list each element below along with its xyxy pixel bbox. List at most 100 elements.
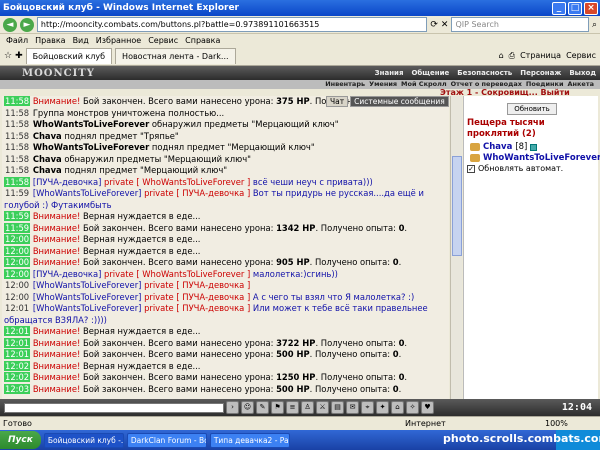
chat-text[interactable]: Chava [33, 131, 62, 141]
chat-text[interactable]: [ПУЧА-девочка] [33, 177, 104, 187]
nav-communication[interactable]: Общение [411, 69, 449, 77]
chat-time[interactable]: 11:58 [4, 96, 31, 106]
gift-icon[interactable]: ✦ [376, 401, 389, 414]
map-icon[interactable]: ⌖ [361, 401, 374, 414]
smile-icon[interactable]: ☺ [241, 401, 254, 414]
chat-time[interactable]: 11:58 [4, 119, 30, 129]
chat-time[interactable]: 11:58 [4, 176, 31, 187]
user-name[interactable]: WhoWantsToLiveForever [483, 153, 600, 163]
chat-time[interactable]: 11:58 [4, 165, 30, 175]
chat-tab-chat[interactable]: Чат [326, 96, 349, 107]
chat-text[interactable]: [WhoWantsToLiveForever] [33, 303, 144, 313]
chat-time[interactable]: 11:59 [4, 222, 31, 233]
chat-time[interactable]: 12:00 [4, 268, 31, 279]
search-input[interactable]: QIP Search [451, 17, 589, 32]
chat-input[interactable] [4, 402, 224, 413]
menu-view[interactable]: Вид [73, 34, 89, 47]
user-info-icon[interactable] [530, 143, 538, 151]
chat-time[interactable]: 12:00 [4, 245, 31, 256]
auto-refresh-toggle[interactable]: ✓ Обновлять автомат. [467, 164, 563, 173]
chat-time[interactable]: 12:00 [4, 257, 31, 267]
chat-tab-system[interactable]: Системные сообщения [350, 96, 449, 107]
tab-news[interactable]: Новостная лента - Dark... [115, 48, 236, 64]
room-user[interactable]: WhoWantsToLiveForever [470, 153, 600, 163]
chat-time[interactable]: 12:00 [4, 292, 30, 302]
chat-text[interactable]: [ПУЧА-девочка] [33, 269, 104, 279]
chat-text[interactable]: WhoWantsToLiveForever [33, 119, 149, 129]
tools-menu[interactable]: Сервис [566, 51, 596, 61]
chat-scrollbar[interactable] [450, 96, 462, 399]
chat-text[interactable]: Chava [33, 154, 62, 164]
chat-time[interactable]: 12:00 [4, 234, 31, 244]
fight-icon[interactable]: ⚔ [316, 401, 329, 414]
chat-time[interactable]: 12:03 [4, 383, 31, 394]
auto-refresh-checkbox[interactable]: ✓ [467, 164, 475, 173]
home-icon[interactable]: ⌂ [499, 51, 504, 61]
back-icon[interactable]: ◄ [3, 17, 17, 32]
chat-text[interactable]: [WhoWantsToLiveForever] [33, 292, 144, 302]
chat-text[interactable]: А с чего ты взял что Я малолетка? :) [253, 292, 414, 302]
url-field[interactable]: http://mooncity.combats.com/buttons.pl?b… [36, 17, 428, 32]
print-icon[interactable]: ⎙ [509, 51, 515, 61]
tab-fight-club[interactable]: Бойцовский клуб [25, 48, 113, 64]
minimize-button[interactable]: _ [552, 1, 566, 15]
menu-favorites[interactable]: Избранное [96, 34, 141, 47]
chat-time[interactable]: 12:00 [4, 280, 30, 290]
chat-time[interactable]: 11:58 [4, 131, 30, 141]
chat-time[interactable]: 11:58 [4, 154, 30, 164]
filter-icon[interactable]: ⚑ [271, 401, 284, 414]
chat-text[interactable]: [WhoWantsToLiveForever] [33, 280, 144, 290]
nav-exit[interactable]: Выход [569, 69, 596, 77]
user-name[interactable]: Chava [483, 142, 512, 152]
shop-icon[interactable]: ⌂ [391, 401, 404, 414]
favorites-star-icon[interactable]: ☆ [4, 51, 12, 61]
chat-text[interactable]: всё чеши неуч с привата))) [253, 177, 373, 187]
send-icon[interactable]: › [226, 401, 239, 414]
book-icon[interactable]: ▤ [331, 401, 344, 414]
scroll-thumb[interactable] [452, 156, 462, 256]
chat-text[interactable]: Chava [33, 165, 62, 175]
menu-edit[interactable]: Правка [35, 34, 65, 47]
page-menu[interactable]: Страница [520, 51, 561, 61]
zoom-control[interactable]: 100% [545, 417, 568, 430]
nav-security[interactable]: Безопасность [457, 69, 512, 77]
stop-icon[interactable]: ✕ [441, 20, 449, 30]
subnav-skills[interactable]: Умения [369, 80, 397, 89]
chat-time[interactable]: 12:01 [4, 337, 31, 348]
close-button[interactable]: × [584, 1, 598, 15]
magic-icon[interactable]: ✧ [406, 401, 419, 414]
chat-time[interactable]: 11:59 [4, 188, 30, 198]
chat-time[interactable]: 11:59 [4, 211, 31, 221]
chat-text[interactable]: [WhoWantsToLiveForever] [33, 188, 144, 198]
chat-time[interactable]: 12:01 [4, 349, 31, 359]
chat-time[interactable]: 12:02 [4, 360, 31, 371]
chat-text[interactable]: WhoWantsToLiveForever [33, 142, 149, 152]
refresh-button[interactable]: Обновить [507, 103, 557, 115]
chat-time[interactable]: 11:58 [4, 108, 30, 118]
room-user[interactable]: Chava [8] [470, 142, 538, 152]
person-icon[interactable]: ♙ [301, 401, 314, 414]
menu-tools[interactable]: Сервис [148, 34, 178, 47]
maximize-button[interactable]: □ [568, 1, 582, 15]
nav-character[interactable]: Персонаж [520, 69, 561, 77]
eraser-icon[interactable]: ✎ [256, 401, 269, 414]
taskbar-item-paint[interactable]: Типа девачка2 - Paint [209, 432, 290, 448]
mail-icon[interactable]: ✉ [346, 401, 359, 414]
chat-time[interactable]: 12:01 [4, 326, 31, 336]
subnav-inventory[interactable]: Инвентарь [325, 80, 365, 89]
forward-icon[interactable]: ► [19, 17, 34, 32]
scroll-icon[interactable]: ≡ [286, 401, 299, 414]
heart-icon[interactable]: ♥ [421, 401, 434, 414]
taskbar-item-ie[interactable]: Бойцовский клуб -... [43, 432, 124, 448]
search-icon[interactable]: ⌕ [592, 20, 597, 30]
menu-file[interactable]: Файл [6, 34, 28, 47]
add-favorite-icon[interactable]: ✚ [15, 51, 23, 61]
taskbar-item-forum[interactable]: DarkClan Forum - Вст... [126, 432, 207, 448]
menu-help[interactable]: Справка [185, 34, 220, 47]
start-button[interactable]: Пуск [0, 431, 41, 449]
subnav-profile[interactable]: Анкета [568, 80, 595, 89]
nav-knowledge[interactable]: Знания [375, 69, 404, 77]
chat-time[interactable]: 11:58 [4, 142, 30, 152]
chat-text[interactable]: малолетка:)сгинь)) [253, 269, 338, 279]
refresh-icon[interactable]: ⟳ [430, 20, 438, 30]
